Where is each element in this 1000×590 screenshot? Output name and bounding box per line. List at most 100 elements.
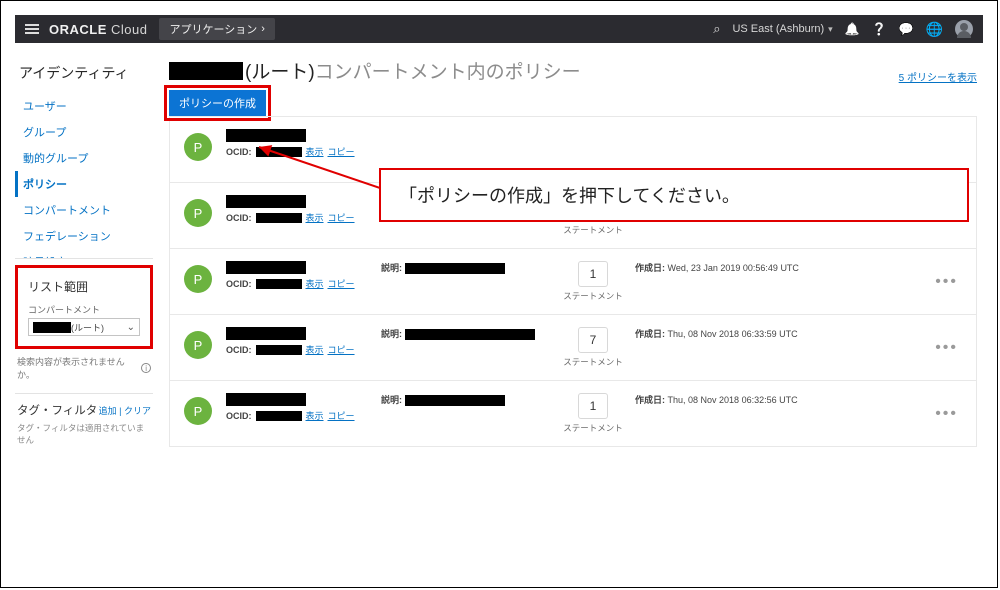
applications-menu-label: アプリケーション (169, 21, 257, 37)
policy-name-col: OCID: 表示 コピー (226, 261, 371, 290)
sidebar-item-federation[interactable]: フェデレーション (15, 223, 153, 249)
list-scope-title: リスト範囲 (28, 278, 140, 295)
ocid-copy-link[interactable]: コピー (328, 145, 355, 158)
redacted-text (256, 213, 302, 223)
created-col: 作成日: Thu, 08 Nov 2018 06:32:56 UTC (635, 393, 931, 406)
policy-count-link[interactable]: 5 ポリシーを表示 (899, 69, 977, 84)
policy-name-col: OCID: 表示 コピー (226, 393, 371, 422)
policy-icon: P (184, 199, 212, 227)
ocid-label: OCID: (226, 279, 252, 289)
chevron-updown-icon: ⌄ (127, 322, 135, 333)
chat-icon[interactable] (899, 22, 914, 36)
statement-count-col: 7 ステートメント (561, 327, 625, 367)
policy-list: P OCID: 表示 コピー (169, 116, 977, 447)
list-scope-panel: リスト範囲 コンパートメント (ルート) ⌄ (15, 265, 153, 349)
created-label: 作成日: (635, 395, 665, 405)
created-value: Thu, 08 Nov 2018 06:33:59 UTC (668, 329, 798, 339)
created-col: 作成日: Thu, 08 Nov 2018 06:33:59 UTC (635, 327, 931, 340)
region-selector[interactable]: US East (Ashburn) ▾ (732, 23, 832, 35)
policy-name-col: OCID: 表示 コピー (226, 129, 371, 158)
page-title: (ルート) コンパートメント内のポリシー (169, 57, 581, 84)
created-col: 作成日: Wed, 23 Jan 2019 00:56:49 UTC (635, 261, 931, 274)
statement-count-col: 1 ステートメント (561, 393, 625, 433)
created-label: 作成日: (635, 263, 665, 273)
created-label: 作成日: (635, 329, 665, 339)
ocid-copy-link[interactable]: コピー (328, 211, 355, 224)
redacted-text (226, 393, 306, 406)
statement-label: ステートメント (561, 225, 625, 235)
ocid-show-link[interactable]: 表示 (306, 145, 324, 158)
statement-count: 1 (578, 261, 608, 287)
sidebar-item-compartments[interactable]: コンパートメント (15, 197, 153, 223)
tag-filter-actions[interactable]: 追加 | クリア (99, 404, 151, 417)
ocid-show-link[interactable]: 表示 (306, 409, 324, 422)
tag-filter-header: タグ・フィルタ 追加 | クリア (15, 400, 153, 420)
applications-menu[interactable]: アプリケーション › (159, 18, 274, 40)
sidebar-title: アイデンティティ (15, 57, 153, 93)
chevron-right-icon: › (261, 23, 265, 35)
brand-label: ORACLE Cloud (49, 22, 147, 37)
policy-name-col: OCID: 表示 コピー (226, 327, 371, 356)
policy-list-item: P OCID: 表示 コピー 説明: (170, 314, 976, 380)
desc-label: 説明: (381, 263, 402, 273)
redacted-text (256, 411, 302, 421)
sidebar-item-policies[interactable]: ポリシー (15, 171, 153, 197)
brand-thin: Cloud (111, 22, 147, 37)
menu-icon[interactable] (25, 24, 39, 34)
search-icon[interactable]: ⌕ (713, 21, 720, 37)
global-header: ORACLE Cloud アプリケーション › ⌕ US East (Ashbu… (15, 15, 983, 43)
annotation-callout: 「ポリシーの作成」を押下してください。 (379, 168, 969, 222)
compartment-root-suffix: (ルート) (71, 323, 104, 333)
compartment-select[interactable]: (ルート) ⌄ (28, 318, 140, 336)
policy-icon: P (184, 265, 212, 293)
more-actions-icon[interactable]: ••• (931, 269, 962, 295)
ocid-label: OCID: (226, 147, 252, 157)
created-value: Wed, 23 Jan 2019 00:56:49 UTC (668, 263, 799, 273)
redacted-text (226, 129, 306, 142)
redacted-text (33, 322, 71, 333)
ocid-show-link[interactable]: 表示 (306, 277, 324, 290)
brand-bold: ORACLE (49, 22, 107, 37)
ocid-label: OCID: (226, 345, 252, 355)
ocid-show-link[interactable]: 表示 (306, 343, 324, 356)
sidebar: アイデンティティ ユーザー グループ 動的グループ ポリシー コンパートメント … (15, 57, 165, 448)
ocid-copy-link[interactable]: コピー (328, 343, 355, 356)
sidebar-item-users[interactable]: ユーザー (15, 93, 153, 119)
redacted-text (256, 279, 302, 289)
statement-count-col: 1 ステートメント (561, 261, 625, 301)
policy-desc-col: 説明: (381, 327, 551, 340)
policy-desc-col: 説明: (381, 261, 551, 274)
ocid-show-link[interactable]: 表示 (306, 211, 324, 224)
page-title-rest: コンパートメント内のポリシー (315, 57, 581, 84)
tag-filter-title: タグ・フィルタ (17, 402, 97, 418)
policy-name-col: OCID: 表示 コピー (226, 195, 371, 224)
help-icon[interactable] (872, 22, 887, 36)
policy-icon: P (184, 397, 212, 425)
sidebar-item-dynamic-groups[interactable]: 動的グループ (15, 145, 153, 171)
avatar[interactable] (955, 20, 973, 38)
sidebar-item-encryption[interactable]: 暗号設定 (15, 249, 153, 259)
policy-icon: P (184, 133, 212, 161)
more-actions-icon[interactable]: ••• (931, 401, 962, 427)
redacted-text (405, 263, 505, 274)
bell-icon[interactable] (845, 22, 860, 36)
ocid-label: OCID: (226, 213, 252, 223)
ocid-copy-link[interactable]: コピー (328, 409, 355, 422)
info-icon[interactable]: i (141, 363, 151, 373)
desc-label: 説明: (381, 395, 402, 405)
ocid-copy-link[interactable]: コピー (328, 277, 355, 290)
more-actions-icon[interactable]: ••• (931, 335, 962, 361)
sidebar-item-groups[interactable]: グループ (15, 119, 153, 145)
sidebar-nav: ユーザー グループ 動的グループ ポリシー コンパートメント フェデレーション … (15, 93, 153, 259)
statement-count: 7 (578, 327, 608, 353)
create-policy-button[interactable]: ポリシーの作成 (169, 90, 266, 116)
tag-filter-note: タグ・フィルタは適用されていません (15, 420, 153, 448)
policy-list-item: P OCID: 表示 コピー 説明: (170, 248, 976, 314)
statement-label: ステートメント (561, 423, 625, 433)
statement-label: ステートメント (561, 291, 625, 301)
ocid-label: OCID: (226, 411, 252, 421)
list-scope-field-label: コンパートメント (28, 303, 140, 316)
policy-list-item: P OCID: 表示 コピー 説明: (170, 380, 976, 446)
globe-icon[interactable] (926, 21, 943, 38)
main-content: (ルート) コンパートメント内のポリシー 5 ポリシーを表示 ポリシーの作成 P… (165, 57, 983, 448)
